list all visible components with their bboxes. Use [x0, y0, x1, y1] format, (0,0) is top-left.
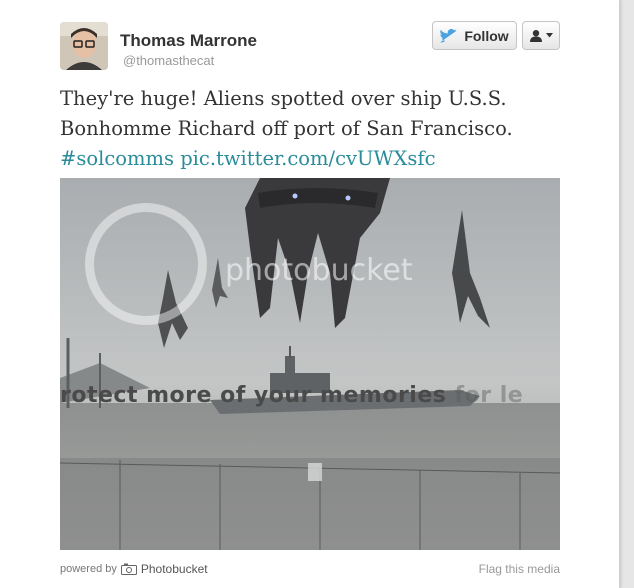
caret-down-icon	[546, 33, 553, 38]
author-avatar[interactable]	[60, 22, 108, 70]
hashtag-link[interactable]: #solcomms	[60, 147, 174, 170]
tweet-text-line2: Bonhomme Richard off port of San Francis…	[60, 117, 513, 140]
user-icon	[530, 29, 542, 42]
watermark-tagline: rotect more of your memories for le	[60, 383, 560, 408]
tweet-text: They're huge! Aliens spotted over ship U…	[60, 84, 560, 174]
watermark-brand: photobucket	[225, 253, 413, 288]
follow-button-label: Follow	[464, 27, 509, 44]
provider-link[interactable]: Photobucket	[141, 562, 208, 576]
tweet-text-line1: They're huge! Aliens spotted over ship U…	[60, 87, 507, 110]
camera-icon	[120, 563, 137, 575]
powered-by-label: powered by	[60, 563, 117, 575]
watermark-tagline-faded: for le	[454, 383, 524, 408]
twitter-bird-icon	[440, 28, 458, 42]
tweet-card: Thomas Marrone @thomasthecat Follow They…	[0, 0, 620, 588]
watermark-tagline-main: rotect more of your memories	[60, 383, 447, 408]
user-actions-dropdown[interactable]	[522, 21, 560, 50]
flag-media-link[interactable]: Flag this media	[479, 562, 560, 576]
author-name[interactable]: Thomas Marrone	[120, 31, 257, 51]
pic-link[interactable]: pic.twitter.com/cvUWXsfc	[180, 147, 435, 170]
watermark-circle	[85, 203, 207, 325]
avatar-image	[60, 22, 108, 70]
powered-by: powered by Photobucket	[60, 562, 208, 576]
tweet-media-image[interactable]: photobucket rotect more of your memories…	[60, 178, 560, 550]
follow-button[interactable]: Follow	[432, 21, 517, 50]
author-handle[interactable]: @thomasthecat	[123, 53, 214, 68]
